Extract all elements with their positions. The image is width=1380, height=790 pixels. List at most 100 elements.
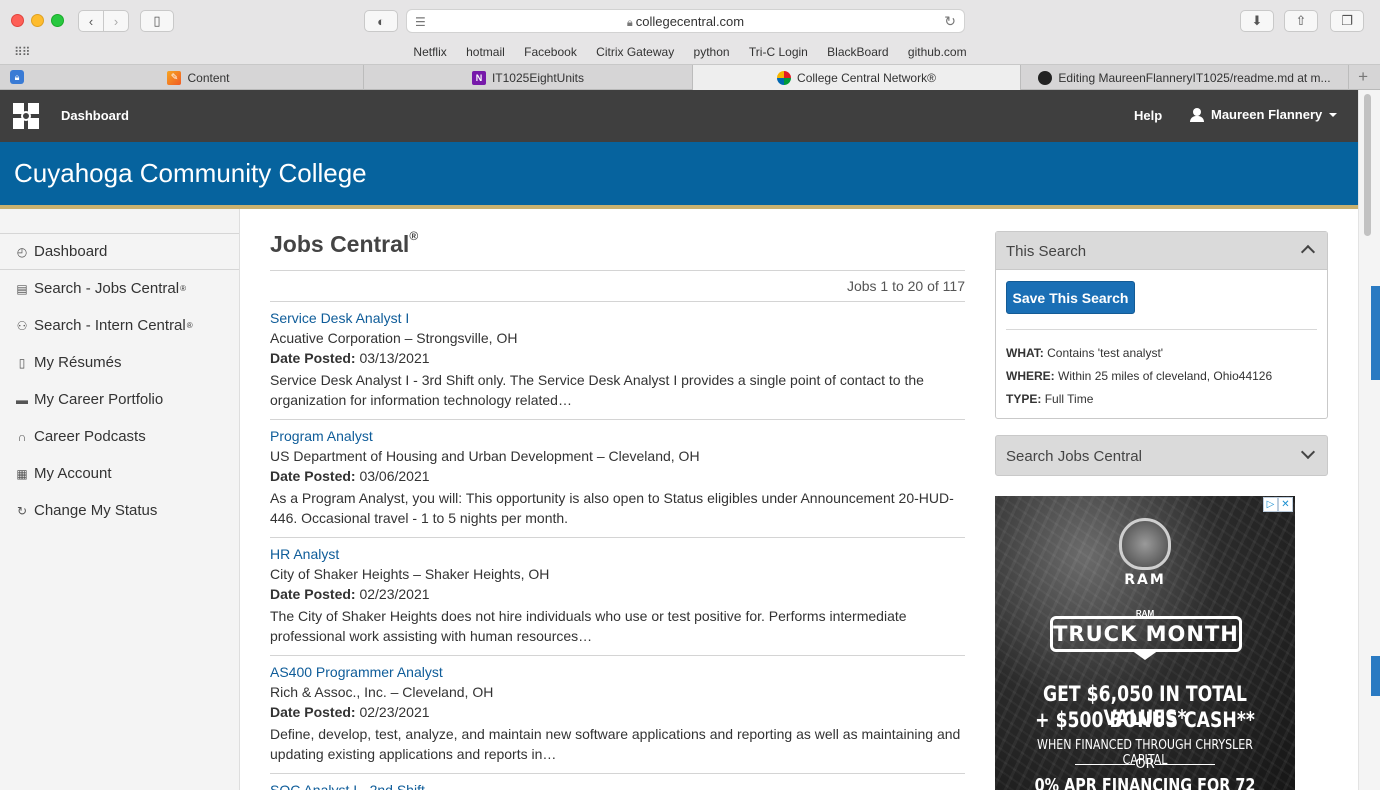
nav-help-link[interactable]: Help [1134, 108, 1162, 123]
tab-it1025eightunits[interactable]: N IT1025EightUnits [364, 65, 693, 90]
headphones-icon: ∩ [17, 429, 27, 444]
ram-truck-month-ad[interactable]: ▷ ✕ RAM RAM TRUCK MONTH GET $6,050 IN TO… [995, 496, 1295, 790]
window-edge [1371, 656, 1380, 696]
address-bar[interactable]: ☰ 🔒︎ collegecentral.com ↻ [406, 9, 965, 33]
chevron-down-icon[interactable] [1300, 444, 1316, 460]
job-company: US Department of Housing and Urban Devel… [270, 448, 700, 464]
page-title: Jobs Central® [270, 229, 419, 258]
chevron-right-icon: › [113, 13, 119, 29]
panel-title: Search Jobs Central [1006, 448, 1142, 465]
job-title-link[interactable]: AS400 Programmer Analyst [270, 662, 965, 682]
sidebar-item-dashboard[interactable]: ◴ Dashboard [15, 243, 108, 260]
sidebar-item-change-my-status[interactable]: ↻ Change My Status [15, 502, 157, 519]
tab-college-central-network[interactable]: College Central Network® [693, 65, 1021, 90]
criteria-value: Contains 'test analyst' [1047, 346, 1164, 360]
bookmark-github[interactable]: github.com [908, 45, 967, 59]
sidebar-item-search-jobs-central[interactable]: ▤ Search - Jobs Central ® [15, 280, 186, 297]
user-menu[interactable]: Maureen Flannery [1190, 107, 1338, 122]
criteria-where: WHERE: Within 25 miles of cleveland, Ohi… [1006, 369, 1272, 383]
job-listing: AS400 Programmer Analyst Rich & Assoc., … [270, 655, 965, 764]
criteria-type: TYPE: Full Time [1006, 392, 1093, 406]
bookmark-tri-c-login[interactable]: Tri-C Login [749, 45, 808, 59]
share-button[interactable]: ⇧ [1284, 10, 1318, 32]
job-description: Define, develop, test, analyze, and main… [270, 726, 961, 762]
sidebar-item-label: Search - Jobs Central [34, 280, 180, 297]
bookmark-python[interactable]: python [694, 45, 730, 59]
main-content: Jobs Central® Jobs 1 to 20 of 117 Servic… [270, 209, 965, 790]
chevron-left-icon: ‹ [88, 13, 94, 29]
criteria-value: Full Time [1044, 392, 1094, 406]
briefcase-icon: ▬ [16, 392, 28, 407]
search-jobs-central-panel[interactable]: Search Jobs Central [995, 435, 1328, 476]
job-count: Jobs 1 to 20 of 117 [846, 278, 965, 294]
chevron-up-icon[interactable] [1300, 244, 1316, 260]
left-sidebar: ◴ Dashboard ▤ Search - Jobs Central ® ⚇ S… [0, 209, 240, 790]
adchoices-icon[interactable]: ▷ [1263, 497, 1278, 512]
page-title-text: Jobs Central [270, 231, 410, 257]
flag-icon: ▤ [16, 281, 28, 296]
sidebar-item-label: My Career Portfolio [34, 391, 164, 408]
job-date: Date Posted: 02/23/2021 [270, 584, 965, 604]
sidebar-item-my-career-portfolio[interactable]: ▬ My Career Portfolio [15, 391, 163, 408]
sidebar-item-my-resumes[interactable]: ▯ My Résumés [15, 354, 122, 371]
bookmarks-bar: ⠿⠿ Netflix hotmail Facebook Citrix Gatew… [0, 42, 1380, 64]
ad-choices-badge[interactable]: ▷ ✕ [1263, 497, 1293, 512]
this-search-header[interactable]: This Search [996, 232, 1327, 270]
account-icon: ▦ [16, 466, 28, 481]
sidebar-item-label: Change My Status [34, 502, 158, 519]
close-icon[interactable]: ✕ [1278, 497, 1293, 512]
lock-icon[interactable]: 🔒︎ [10, 70, 24, 84]
close-window-button[interactable] [11, 14, 24, 27]
document-icon: ▯ [18, 355, 26, 370]
job-company: Acuative Corporation – Strongsville, OH [270, 330, 518, 346]
job-title-link[interactable]: Service Desk Analyst I [270, 308, 965, 328]
criteria-label: WHERE: [1006, 369, 1055, 383]
scrollbar-thumb[interactable] [1364, 94, 1371, 236]
content-favicon-icon: ✎ [167, 70, 182, 85]
registered-mark: ® [186, 321, 193, 330]
job-title-link[interactable]: Program Analyst [270, 426, 965, 446]
job-listing: SOC Analyst I - 2nd Shift [270, 773, 965, 790]
job-title-link[interactable]: HR Analyst [270, 544, 965, 564]
browser-toolbar: ‹ › ▯ ◐ ☰ 🔒︎ collegecentral.com ↻ ⬇ ⇧ ❐ [0, 0, 1380, 42]
registered-mark: ® [409, 229, 419, 243]
sidebar-toggle-button[interactable]: ▯ [140, 10, 174, 32]
privacy-report-button[interactable]: ◐ [364, 10, 398, 32]
bookmark-hotmail[interactable]: hotmail [466, 45, 505, 59]
criteria-what: WHAT: Contains 'test analyst' [1006, 346, 1163, 360]
save-search-button[interactable]: Save This Search [1006, 281, 1135, 314]
reload-icon[interactable]: ↻ [944, 13, 956, 30]
back-button[interactable]: ‹ [78, 10, 104, 32]
bookmark-citrix-gateway[interactable]: Citrix Gateway [596, 45, 674, 59]
tab-overview-button[interactable]: ❐ [1330, 10, 1364, 32]
date-value: 03/06/2021 [359, 468, 430, 484]
ccn-favicon-icon [777, 70, 792, 85]
criteria-label: TYPE: [1006, 392, 1042, 406]
bookmark-netflix[interactable]: Netflix [413, 45, 446, 59]
sidebar-item-label: Dashboard [34, 243, 108, 260]
sidebar-item-my-account[interactable]: ▦ My Account [15, 465, 112, 482]
sidebar-item-label: My Résumés [34, 354, 122, 371]
sidebar-item-label: My Account [34, 465, 112, 482]
users-icon: ⚇ [16, 318, 28, 333]
nav-dashboard-link[interactable]: Dashboard [61, 108, 129, 123]
sidebar-item-search-intern-central[interactable]: ⚇ Search - Intern Central ® [15, 317, 193, 334]
downloads-button[interactable]: ⬇ [1240, 10, 1274, 32]
tab-github-editing[interactable]: Editing MaureenFlanneryIT1025/readme.md … [1021, 65, 1349, 90]
job-title-link[interactable]: SOC Analyst I - 2nd Shift [270, 780, 965, 790]
college-central-logo-icon[interactable] [13, 103, 39, 129]
minimize-window-button[interactable] [31, 14, 44, 27]
zoom-window-button[interactable] [51, 14, 64, 27]
tab-content[interactable]: ✎ Content [34, 65, 364, 90]
user-icon [1190, 107, 1204, 122]
tab-label: IT1025EightUnits [491, 70, 585, 85]
date-label: Date Posted: [270, 586, 356, 602]
new-tab-button[interactable]: + [1358, 67, 1368, 87]
panel-title: This Search [1006, 243, 1087, 260]
bookmark-blackboard[interactable]: BlackBoard [827, 45, 888, 59]
date-value: 02/23/2021 [359, 586, 430, 602]
sidebar-item-career-podcasts[interactable]: ∩ Career Podcasts [15, 428, 146, 445]
user-name: Maureen Flannery [1211, 107, 1323, 122]
forward-button[interactable]: › [103, 10, 129, 32]
bookmark-facebook[interactable]: Facebook [524, 45, 577, 59]
